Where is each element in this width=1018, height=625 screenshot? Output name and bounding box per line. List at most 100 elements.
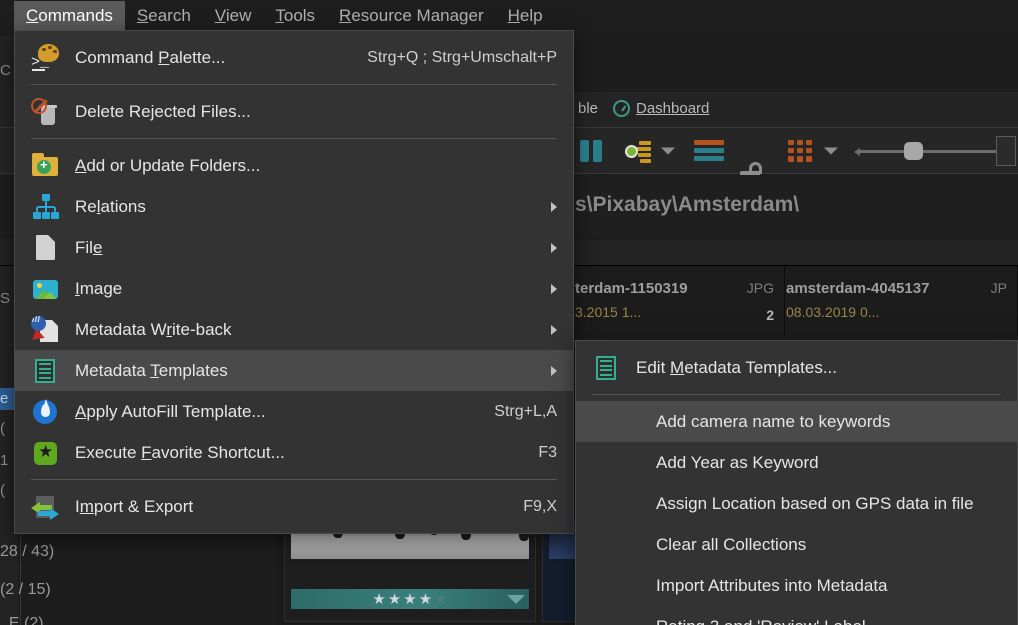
file-card[interactable]: amsterdam-4045137 JP 08.03.2019 0... [786, 266, 1018, 336]
chevron-right-icon [551, 283, 557, 294]
dashboard-gauge-icon [613, 100, 630, 117]
menu-item-label: Import Attributes into Metadata [656, 575, 888, 595]
menu-separator [31, 479, 557, 480]
menu-item-label: Image [75, 278, 123, 298]
menu-item-metadata-writeback[interactable]: Metadata Write-back [15, 309, 573, 350]
star-icon: ★ [387, 590, 402, 608]
menu-item-shortcut: F9,X [523, 497, 557, 515]
menu-item-apply-autofill-template[interactable]: Apply AutoFill Template... Strg+L,A [15, 391, 573, 432]
submenu-item-edit-metadata-templates[interactable]: Edit Metadata Templates... [576, 347, 1017, 388]
submenu-item-add-camera-name-to-keywords[interactable]: Add camera name to keywords [576, 401, 1017, 442]
tab-table[interactable]: ble [578, 100, 598, 117]
grid-view-icon[interactable] [788, 139, 812, 162]
chevron-right-icon [551, 242, 557, 253]
zoom-slider-knob[interactable] [904, 141, 923, 160]
menu-item-label: Relations [75, 196, 146, 216]
sidebar-fragment: 1 [0, 452, 9, 469]
thumbnail-rating-bar[interactable]: ★ ★ ★ ★ ★ [291, 589, 529, 609]
file-extension: JP [990, 280, 1007, 296]
menu-item-label: Add Year as Keyword [656, 452, 819, 472]
zoom-slider[interactable] [854, 141, 998, 161]
tab-dashboard[interactable]: Dashboard [613, 100, 709, 117]
menu-item-label: Delete Rejected Files... [75, 101, 251, 121]
menubar-commands-label-rest: ommands [38, 6, 113, 25]
file-name: amsterdam-4045137 [786, 280, 930, 297]
import-export-icon [15, 486, 75, 527]
submenu-icon-placeholder [576, 442, 636, 483]
chevron-right-icon [551, 201, 557, 212]
toolbar-overflow-button[interactable] [996, 136, 1016, 166]
menu-separator [31, 84, 557, 85]
filter-dropdown-caret-icon[interactable] [661, 147, 675, 154]
file-name: terdam-1150319 [575, 280, 688, 297]
menu-item-shortcut: F3 [538, 443, 557, 461]
menu-item-add-update-folders[interactable]: Add or Update Folders... [15, 145, 573, 186]
submenu-item-rating-3-review-label[interactable]: Rating 3 and 'Review' Label [576, 606, 1017, 625]
menu-item-metadata-templates[interactable]: Metadata Templates [15, 350, 573, 391]
submenu-icon-placeholder [576, 524, 636, 565]
file-extension: JPG [746, 280, 774, 296]
menu-item-shortcut: Strg+Q ; Strg+Umschalt+P [367, 48, 557, 66]
sidebar-fragment: ( [0, 482, 5, 499]
file-card[interactable]: terdam-1150319 JPG 3.2015 1... 2 [575, 266, 785, 336]
current-folder-path: s\Pixabay\Amsterdam\ [575, 193, 800, 216]
grid-dropdown-caret-icon[interactable] [824, 147, 838, 154]
pause-icon[interactable] [580, 139, 602, 162]
chevron-right-icon [551, 365, 557, 376]
metadata-templates-icon [15, 350, 75, 391]
submenu-item-add-year-as-keyword[interactable]: Add Year as Keyword [576, 442, 1017, 483]
menu-item-file[interactable]: File [15, 227, 573, 268]
submenu-icon-placeholder [576, 483, 636, 524]
menu-item-delete-rejected-files[interactable]: Delete Rejected Files... [15, 91, 573, 132]
filter-icon[interactable] [625, 140, 651, 163]
menu-separator [592, 394, 1001, 395]
sidebar-fragment: e [0, 390, 9, 407]
file-icon [15, 227, 75, 268]
menubar-item-commands[interactable]: Commands [14, 1, 125, 31]
menu-item-label: Execute Favorite Shortcut... [75, 442, 285, 462]
tree-label: (2 / 15) [0, 581, 51, 598]
submenu-item-assign-location-gps[interactable]: Assign Location based on GPS data in fil… [576, 483, 1017, 524]
tree-label: 28 / 43) [0, 543, 55, 560]
tree-label: _E (2) [0, 615, 44, 625]
file-date: 08.03.2019 0... [786, 304, 880, 320]
submenu-item-clear-all-collections[interactable]: Clear all Collections [576, 524, 1017, 565]
menu-item-label: Add or Update Folders... [75, 155, 261, 175]
submenu-icon-placeholder [576, 401, 636, 442]
menu-item-label: Metadata Write-back [75, 319, 232, 339]
relations-icon [15, 186, 75, 227]
menu-item-label: File [75, 237, 103, 257]
star-icon: ★ [372, 590, 386, 608]
submenu-icon-placeholder [576, 606, 636, 625]
star-icon: ★ [403, 590, 417, 608]
add-update-folders-icon [15, 145, 75, 186]
sidebar-fragment: C [0, 62, 11, 79]
menu-bar: Commands Search View Tools Resource Mana… [0, 0, 1018, 32]
app-window: C d S e ( 1 ( ble Dashboard [0, 0, 1018, 625]
menubar-item-help[interactable]: Help [496, 1, 555, 31]
delete-rejected-files-icon [15, 91, 75, 132]
menu-item-import-export[interactable]: Import & Export F9,X [15, 486, 573, 527]
menubar-item-resource-manager[interactable]: Resource Manager [327, 1, 496, 31]
autofill-template-icon [15, 391, 75, 432]
metadata-templates-icon [576, 347, 636, 388]
rating-dropdown-caret-icon[interactable] [507, 594, 525, 604]
tab-table-label: ble [578, 100, 599, 117]
menubar-item-search[interactable]: Search [125, 1, 203, 31]
file-date: 3.2015 1... [575, 304, 642, 320]
file-count: 2 [766, 307, 774, 323]
stack-view-icon[interactable] [694, 139, 724, 162]
menu-item-command-palette[interactable]: >_ Command Palette... Strg+Q ; Strg+Umsc… [15, 37, 573, 78]
menubar-item-view[interactable]: View [203, 1, 264, 31]
submenu-item-import-attributes-into-metadata[interactable]: Import Attributes into Metadata [576, 565, 1017, 606]
menu-item-relations[interactable]: Relations [15, 186, 573, 227]
star-icon: ★ [418, 590, 433, 608]
menu-item-execute-favorite-shortcut[interactable]: ★ Execute Favorite Shortcut... F3 [15, 432, 573, 473]
command-palette-icon: >_ [15, 37, 75, 78]
menu-item-image[interactable]: Image [15, 268, 573, 309]
menubar-item-tools[interactable]: Tools [263, 1, 327, 31]
menu-item-label: Clear all Collections [656, 534, 807, 554]
menu-item-label: Command Palette... [75, 47, 226, 67]
menu-separator [31, 138, 557, 139]
star-icon: ★ [434, 590, 448, 608]
